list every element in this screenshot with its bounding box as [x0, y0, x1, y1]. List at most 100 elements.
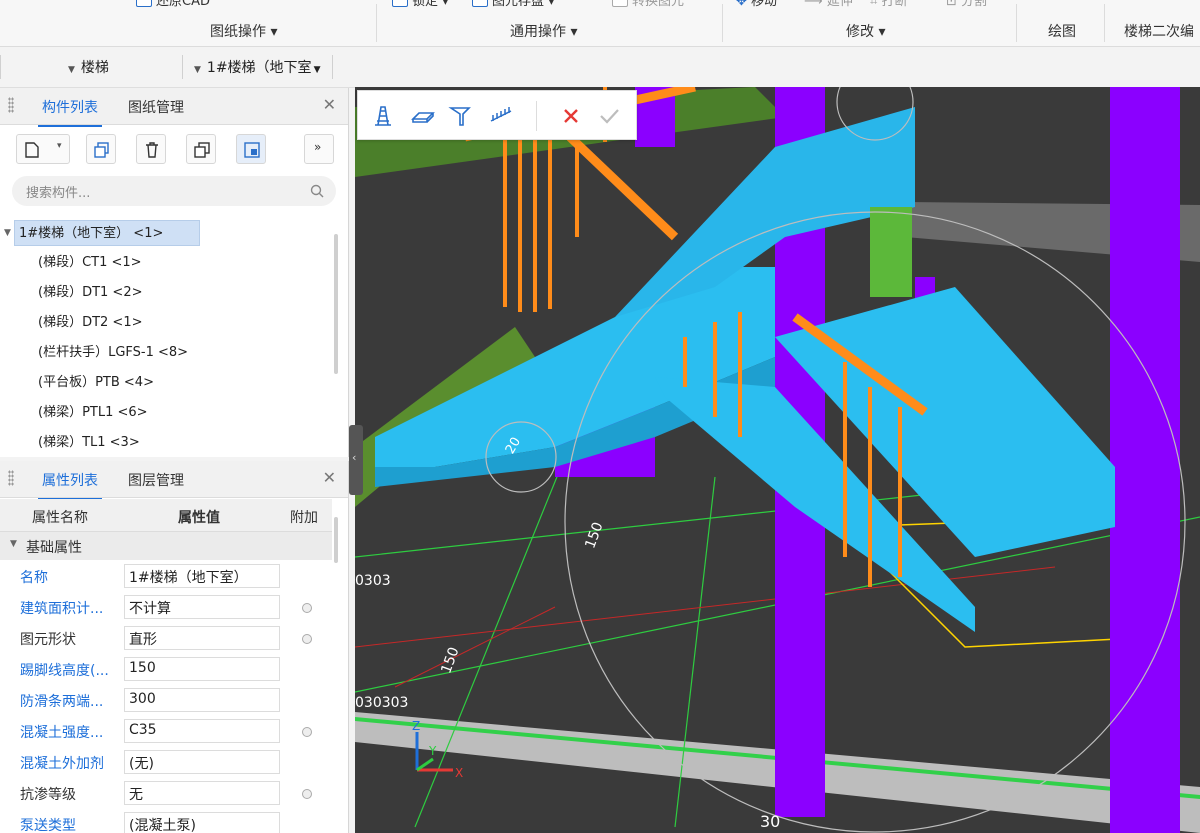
drag-handle-icon[interactable] [8, 470, 14, 486]
property-row: 混凝土外加剂 (无) [0, 747, 332, 778]
convert-icon [612, 0, 628, 7]
property-name: 踢脚线高度(... [20, 663, 109, 679]
chevron-down-icon[interactable]: ▼ [4, 228, 11, 238]
stair-flight-tool[interactable] [370, 103, 396, 129]
floor-select[interactable]: ▼ 楼梯 [68, 57, 109, 77]
new-file-icon [25, 142, 39, 158]
new-component-button[interactable]: ▾ [16, 134, 70, 164]
property-value[interactable]: 直形 [124, 626, 280, 650]
confirm-button[interactable] [596, 103, 622, 129]
dimension-label: 150 [582, 520, 606, 551]
close-icon[interactable]: ✕ [323, 468, 336, 487]
lock-icon [392, 0, 408, 7]
convert-element-button[interactable]: 转换图元 [612, 0, 684, 9]
break-button[interactable]: ⌗ 打断 [870, 0, 907, 9]
chevron-down-icon: ▼ [68, 65, 75, 75]
property-group[interactable]: ▼ 基础属性 [0, 532, 332, 560]
landing-tool[interactable] [410, 103, 436, 129]
close-icon[interactable]: ✕ [323, 95, 336, 114]
stair-icon [375, 106, 391, 126]
tree-item[interactable]: (梯段）DT1 <2> [38, 280, 142, 306]
copy-icon [94, 142, 109, 158]
tree-item[interactable]: (梯段）DT2 <1> [38, 310, 142, 336]
property-row: 建筑面积计... 不计算 [0, 592, 332, 623]
tab-layer-manage[interactable]: 图层管理 [128, 470, 184, 490]
save-element-icon [472, 0, 488, 7]
tab-property-list[interactable]: 属性列表 [38, 470, 102, 500]
green-beam-block [870, 207, 912, 297]
dimension-label: 030303 [355, 695, 408, 711]
delete-button[interactable] [136, 134, 166, 164]
tree-item[interactable]: (梯梁）PTL1 <6> [38, 400, 148, 426]
copy-button[interactable] [86, 134, 116, 164]
save-element-button[interactable]: 图元存盘 ▾ [472, 0, 555, 9]
property-value[interactable]: (无) [124, 750, 280, 774]
search-input[interactable]: 搜索构件... [26, 182, 90, 201]
save-template-icon [244, 142, 260, 158]
property-value[interactable]: 1#楼梯（地下室） [124, 564, 280, 588]
attach-checkbox[interactable] [302, 789, 312, 799]
scrollbar[interactable] [334, 517, 338, 563]
property-name: 防滑条两端... [20, 694, 104, 710]
attach-checkbox[interactable] [302, 634, 312, 644]
property-value[interactable]: 不计算 [124, 595, 280, 619]
chevron-down-icon: ▾ [57, 141, 62, 151]
landing-slab-icon [411, 112, 435, 123]
stair-edit-palette [357, 90, 637, 140]
property-value[interactable]: (混凝土泵) [124, 812, 280, 833]
3d-viewport[interactable]: 150 150 20 0303 030303 30 Z Y X [355, 87, 1200, 833]
cancel-button[interactable] [558, 103, 584, 129]
property-value[interactable]: 300 [124, 688, 280, 712]
move-button[interactable]: ✥ 移动 [736, 0, 777, 9]
group-stair-edit[interactable]: 楼梯二次编 [1124, 21, 1194, 41]
chevron-left-icon: ‹ [352, 451, 357, 464]
property-row: 混凝土强度... C35 [0, 716, 332, 747]
svg-text:X: X [455, 766, 463, 780]
stair-beam-tool[interactable] [448, 103, 474, 129]
group-modify[interactable]: 修改 ▾ [846, 21, 885, 41]
scrollbar[interactable] [334, 234, 338, 374]
tab-component-list[interactable]: 构件列表 [38, 97, 102, 127]
extend-icon: ⟶ [804, 0, 827, 9]
dimension-label: 150 [438, 645, 462, 676]
lock-button[interactable]: 锁定 ▾ [392, 0, 449, 9]
attach-checkbox[interactable] [302, 603, 312, 613]
property-name: 建筑面积计... [20, 601, 104, 617]
property-value[interactable]: 无 [124, 781, 280, 805]
property-value[interactable]: 150 [124, 657, 280, 681]
tree-item[interactable]: (梯梁）TL1 <3> [38, 430, 140, 456]
group-general-ops[interactable]: 通用操作 ▾ [510, 21, 577, 41]
extend-button[interactable]: ⟶ 延伸 [804, 0, 853, 9]
divider [376, 4, 377, 42]
railing-icon [490, 107, 512, 122]
copy-to-floor-button[interactable] [186, 134, 216, 164]
property-name: 名称 [20, 570, 48, 586]
property-name: 图元形状 [20, 632, 76, 648]
railing-tool[interactable] [488, 103, 514, 129]
group-drawing-ops[interactable]: 图纸操作 ▾ [210, 21, 277, 41]
header-extra: 附加 [290, 510, 318, 526]
save-template-button[interactable] [236, 134, 266, 164]
group-draw[interactable]: 绘图 [1048, 21, 1076, 41]
property-panel-tabs: 属性列表 图层管理 ✕ [0, 461, 348, 500]
collapse-panel-handle[interactable]: ‹ [349, 425, 363, 495]
component-select[interactable]: ▼ 1#楼梯（地下室 ▼ [194, 57, 320, 77]
tree-item[interactable]: (平台板）PTB <4> [38, 370, 154, 396]
chevron-down-icon: ▼ [194, 65, 201, 75]
property-value[interactable]: C35 [124, 719, 280, 743]
tree-item[interactable]: (梯段）CT1 <1> [38, 250, 142, 276]
check-icon [600, 109, 619, 124]
restore-cad-button[interactable]: 还原CAD [136, 0, 210, 9]
more-button[interactable]: » [304, 134, 334, 164]
split-button[interactable]: ⊡ 分割 [946, 0, 987, 9]
attach-checkbox[interactable] [302, 727, 312, 737]
dimension-label: 30 [760, 812, 780, 831]
dimension-label: 0303 [355, 573, 391, 589]
drag-handle-icon[interactable] [8, 97, 14, 113]
tree-item[interactable]: (栏杆扶手）LGFS-1 <8> [38, 340, 188, 366]
tab-drawing-manage[interactable]: 图纸管理 [128, 97, 184, 117]
component-search[interactable]: 搜索构件... [12, 176, 336, 206]
chevron-right-icon: » [314, 140, 322, 154]
divider [332, 55, 333, 79]
tree-root-item[interactable]: 1#楼梯（地下室） <1> [14, 220, 201, 246]
